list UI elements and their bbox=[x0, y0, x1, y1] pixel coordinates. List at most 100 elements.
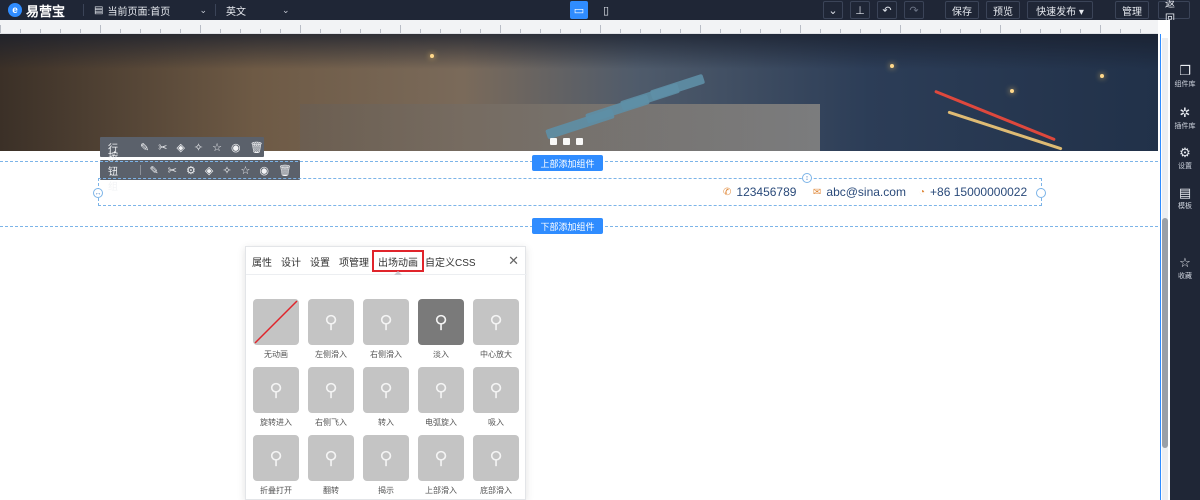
animation-thumbnail[interactable]: ⚲ bbox=[418, 367, 464, 413]
collapse-button[interactable]: ⌄ bbox=[823, 1, 843, 19]
manage-button[interactable]: 管理 bbox=[1115, 1, 1149, 19]
favorite-icon[interactable]: ☆ bbox=[241, 164, 251, 177]
resize-handle-right[interactable] bbox=[1036, 188, 1046, 198]
edit-icon[interactable]: ✎ bbox=[140, 141, 149, 154]
vertical-scrollbar[interactable] bbox=[1162, 38, 1168, 500]
animation-option-zoom-center[interactable]: ⚲ 中心放大 bbox=[473, 299, 521, 360]
delete-icon[interactable]: 🗑 bbox=[278, 164, 292, 177]
animation-option-reveal[interactable]: ⚲ 揭示 bbox=[363, 435, 411, 496]
carousel-dot[interactable] bbox=[563, 138, 570, 145]
ruler-tick bbox=[800, 25, 801, 33]
desktop-icon: ▭ bbox=[573, 4, 585, 17]
divider bbox=[139, 165, 141, 175]
contact-phone[interactable]: ✆ 123456789 bbox=[723, 185, 796, 199]
animation-thumbnail[interactable]: ⚲ bbox=[473, 435, 519, 481]
layers-icon[interactable]: ◈ bbox=[176, 141, 184, 154]
logo-icon: e bbox=[8, 3, 22, 17]
animation-option-suck-in[interactable]: ⚲ 吸入 bbox=[473, 367, 521, 428]
animation-thumbnail[interactable]: ⚲ bbox=[253, 435, 299, 481]
animation-thumbnail[interactable]: ⚲ bbox=[473, 367, 519, 413]
ruler-tick bbox=[760, 29, 761, 33]
add-component-top-button[interactable]: 上部添加组件 bbox=[532, 155, 603, 171]
ruler-tick bbox=[900, 25, 901, 33]
contact-whatsapp[interactable]: ◔ +86 15000000022 bbox=[919, 185, 1027, 199]
tools-icon[interactable]: ✂ bbox=[168, 164, 177, 177]
rail-template[interactable]: ▤ 模板 bbox=[1170, 180, 1200, 216]
device-desktop-button[interactable]: ▭ bbox=[570, 1, 588, 19]
quick-publish-button[interactable]: 快速发布 ▾ bbox=[1027, 1, 1093, 19]
animation-option-none[interactable]: 无动画 bbox=[253, 299, 301, 360]
no-animation-icon bbox=[254, 300, 298, 344]
layers-icon[interactable]: ◈ bbox=[205, 164, 213, 177]
animation-option-arc-rotate[interactable]: ⚲ 电弧旋入 bbox=[418, 367, 466, 428]
rail-label: 设置 bbox=[1178, 162, 1192, 170]
favorite-icon[interactable]: ☆ bbox=[212, 141, 222, 154]
animation-thumbnail[interactable]: ⚲ bbox=[253, 367, 299, 413]
language-select[interactable]: 英文 ⌄ bbox=[226, 0, 290, 20]
align-bottom-icon: ⊥ bbox=[855, 4, 865, 17]
scrollbar-thumb[interactable] bbox=[1162, 218, 1168, 448]
back-button[interactable]: 返回 bbox=[1158, 0, 1190, 25]
animation-thumbnail[interactable] bbox=[253, 299, 299, 345]
tab-design[interactable]: 设计 bbox=[281, 247, 301, 275]
app-logo[interactable]: e 易营宝 bbox=[0, 0, 73, 20]
animation-option-slide-top[interactable]: ⚲ 上部滑入 bbox=[418, 435, 466, 496]
close-icon[interactable]: ✕ bbox=[508, 253, 519, 269]
undo-button[interactable]: ↶ bbox=[877, 1, 897, 19]
settings-icon[interactable]: ⚙ bbox=[186, 164, 196, 177]
rail-component-library[interactable]: ❐ 组件库 bbox=[1170, 58, 1200, 94]
add-component-bottom-button[interactable]: 下部添加组件 bbox=[532, 218, 603, 234]
carousel-dot[interactable] bbox=[576, 138, 583, 145]
rail-plugin-library[interactable]: ✲ 插件库 bbox=[1170, 100, 1200, 136]
ruler-tick bbox=[60, 29, 61, 33]
resize-handle-top[interactable]: ↕ bbox=[802, 173, 812, 183]
align-bottom-button[interactable]: ⊥ bbox=[850, 1, 870, 19]
animation-option-slide-left[interactable]: ⚲ 左侧滑入 bbox=[308, 299, 356, 360]
animation-thumbnail[interactable]: ⚲ bbox=[308, 435, 354, 481]
tab-settings[interactable]: 设置 bbox=[310, 247, 330, 275]
preview-button[interactable]: 预览 bbox=[986, 1, 1020, 19]
ruler-tick bbox=[980, 29, 981, 33]
visibility-icon[interactable]: ◉ bbox=[259, 164, 269, 177]
ruler-tick bbox=[180, 29, 181, 33]
visibility-icon[interactable]: ◉ bbox=[231, 141, 241, 154]
animation-thumbnail[interactable]: ⚲ bbox=[363, 435, 409, 481]
animation-thumbnail[interactable]: ⚲ bbox=[363, 299, 409, 345]
save-button[interactable]: 保存 bbox=[945, 1, 979, 19]
animation-option-rotate-in[interactable]: ⚲ 旋转进入 bbox=[253, 367, 301, 428]
magic-icon[interactable]: ✧ bbox=[222, 164, 231, 177]
page-select[interactable]: ▤ 当前页面:首页 ⌄ bbox=[94, 0, 207, 20]
animation-option-fly-right[interactable]: ⚲ 右侧飞入 bbox=[308, 367, 356, 428]
animation-option-turn-in[interactable]: ⚲ 转入 bbox=[363, 367, 411, 428]
carousel-dot[interactable] bbox=[550, 138, 557, 145]
animation-thumbnail[interactable]: ⚲ bbox=[418, 435, 464, 481]
rail-label: 模板 bbox=[1178, 202, 1192, 210]
animation-option-fold-open[interactable]: ⚲ 折叠打开 bbox=[253, 435, 301, 496]
animation-thumbnail[interactable]: ⚲ bbox=[308, 299, 354, 345]
animation-thumbnail[interactable]: ⚲ bbox=[473, 299, 519, 345]
animation-option-flip[interactable]: ⚲ 翻转 bbox=[308, 435, 356, 496]
animation-option-slide-right[interactable]: ⚲ 右侧滑入 bbox=[363, 299, 411, 360]
animation-thumbnail[interactable]: ⚲ bbox=[308, 367, 354, 413]
rail-settings[interactable]: ⚙ 设置 bbox=[1170, 140, 1200, 176]
tab-properties[interactable]: 属性 bbox=[252, 247, 272, 275]
redo-button[interactable]: ↷ bbox=[904, 1, 924, 19]
contact-row[interactable]: ✆ 123456789 ✉ abc@sina.com ◔ +86 1500000… bbox=[98, 178, 1042, 206]
edit-icon[interactable]: ✎ bbox=[150, 164, 159, 177]
animation-thumbnail[interactable]: ⚲ bbox=[363, 367, 409, 413]
animation-option-slide-bottom[interactable]: ⚲ 底部滑入 bbox=[473, 435, 521, 496]
rail-favorites[interactable]: ☆ 收藏 bbox=[1170, 250, 1200, 286]
animation-thumbnail[interactable]: ⚲ bbox=[418, 299, 464, 345]
delete-icon[interactable]: 🗑 bbox=[250, 141, 264, 154]
magic-icon[interactable]: ✧ bbox=[194, 141, 203, 154]
ruler-tick bbox=[540, 29, 541, 33]
ruler-tick bbox=[880, 29, 881, 33]
device-mobile-button[interactable]: ▯ bbox=[597, 1, 615, 19]
resize-handle-left[interactable]: ↔ bbox=[93, 188, 103, 198]
tab-custom-css[interactable]: 自定义CSS bbox=[425, 247, 476, 275]
tab-item-management[interactable]: 项管理 bbox=[339, 247, 369, 275]
contact-email[interactable]: ✉ abc@sina.com bbox=[813, 185, 906, 199]
tab-entrance-animation[interactable]: 出场动画 bbox=[372, 250, 424, 272]
tools-icon[interactable]: ✂ bbox=[158, 141, 167, 154]
animation-option-fade-in[interactable]: ⚲ 淡入 bbox=[418, 299, 466, 360]
